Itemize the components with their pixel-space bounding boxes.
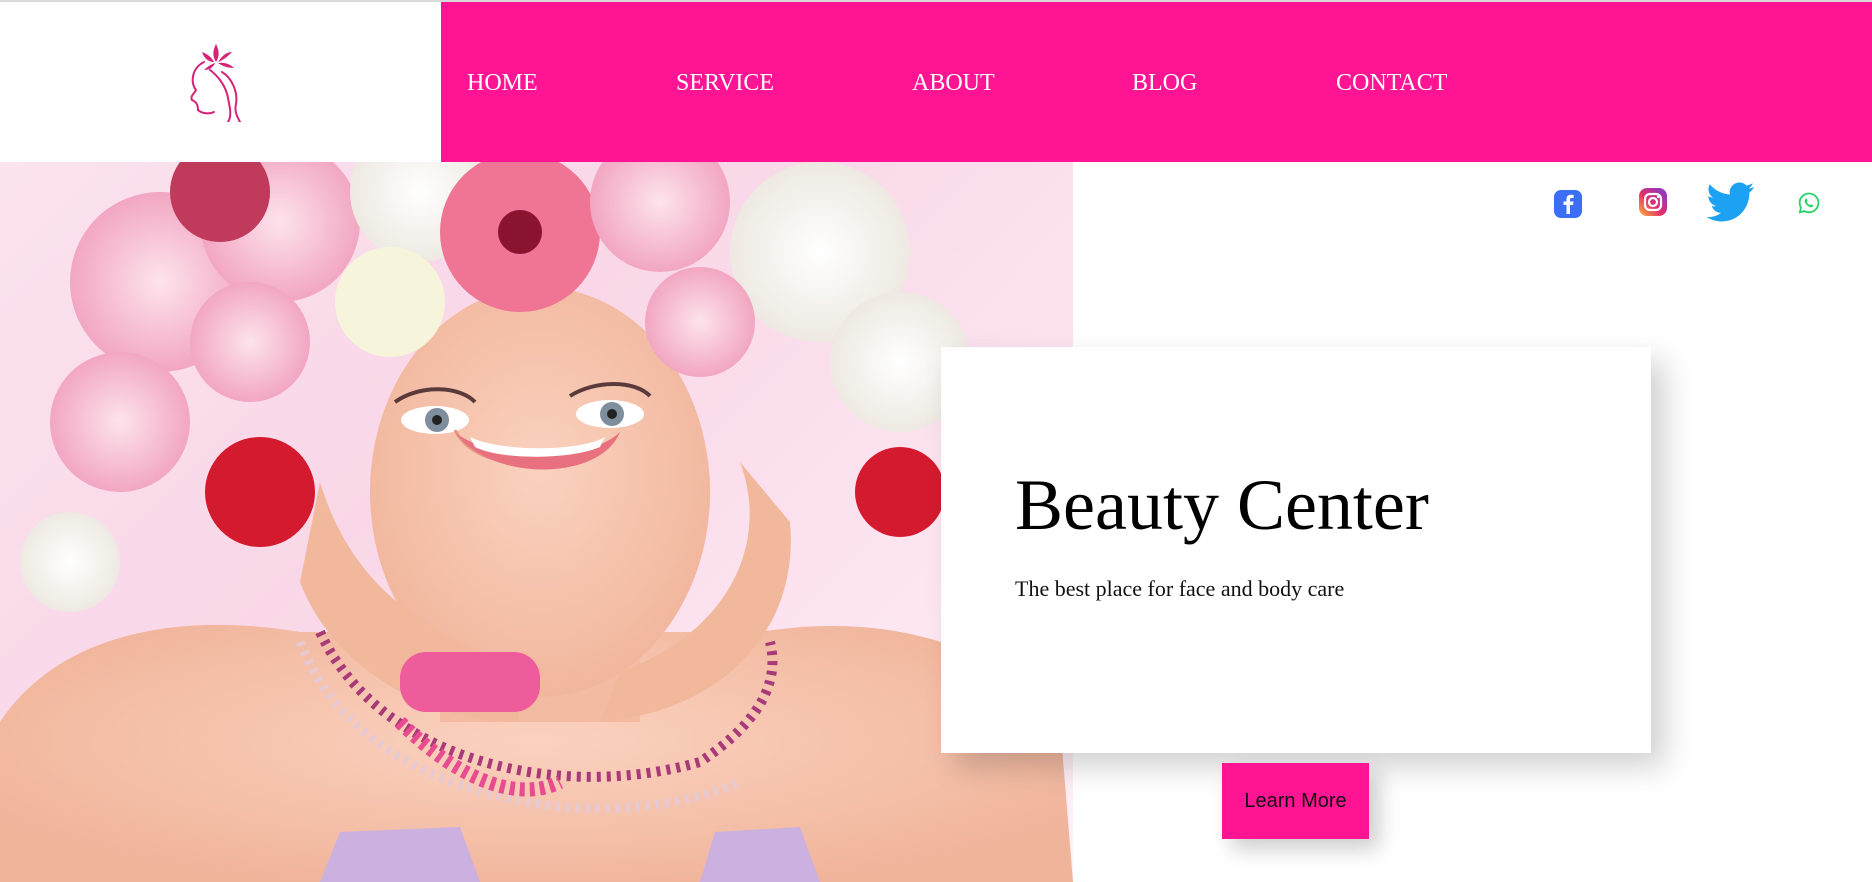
learn-more-button[interactable]: Learn More — [1222, 763, 1369, 839]
social-links — [0, 180, 1872, 230]
hero-subtitle: The best place for face and body care — [1015, 576, 1345, 601]
hero-title: Beauty Center — [1015, 465, 1429, 545]
twitter-icon — [1706, 182, 1754, 222]
hero-photo — [0, 162, 1073, 882]
main-navigation: HOME SERVICE ABOUT BLOG CONTACT — [441, 2, 1872, 162]
nav-contact-link[interactable]: CONTACT — [1336, 69, 1447, 97]
nav-about-link[interactable]: ABOUT — [912, 69, 995, 97]
hero-card: Beauty Center The best place for face an… — [941, 347, 1651, 753]
woman-face-flower-logo-icon — [190, 44, 241, 122]
facebook-icon — [1554, 190, 1582, 218]
whatsapp-icon — [1798, 192, 1820, 214]
whatsapp-link[interactable] — [1798, 192, 1820, 219]
nav-home-link[interactable]: HOME — [467, 69, 538, 97]
instagram-link[interactable] — [1637, 186, 1669, 223]
twitter-link[interactable] — [1706, 182, 1755, 227]
nav-service-link[interactable]: SERVICE — [676, 69, 774, 97]
facebook-link[interactable] — [1552, 188, 1584, 225]
instagram-icon — [1639, 188, 1667, 216]
logo-area — [0, 2, 441, 162]
woman-with-flower-crown-photo — [0, 162, 1073, 882]
nav-blog-link[interactable]: BLOG — [1132, 69, 1197, 97]
